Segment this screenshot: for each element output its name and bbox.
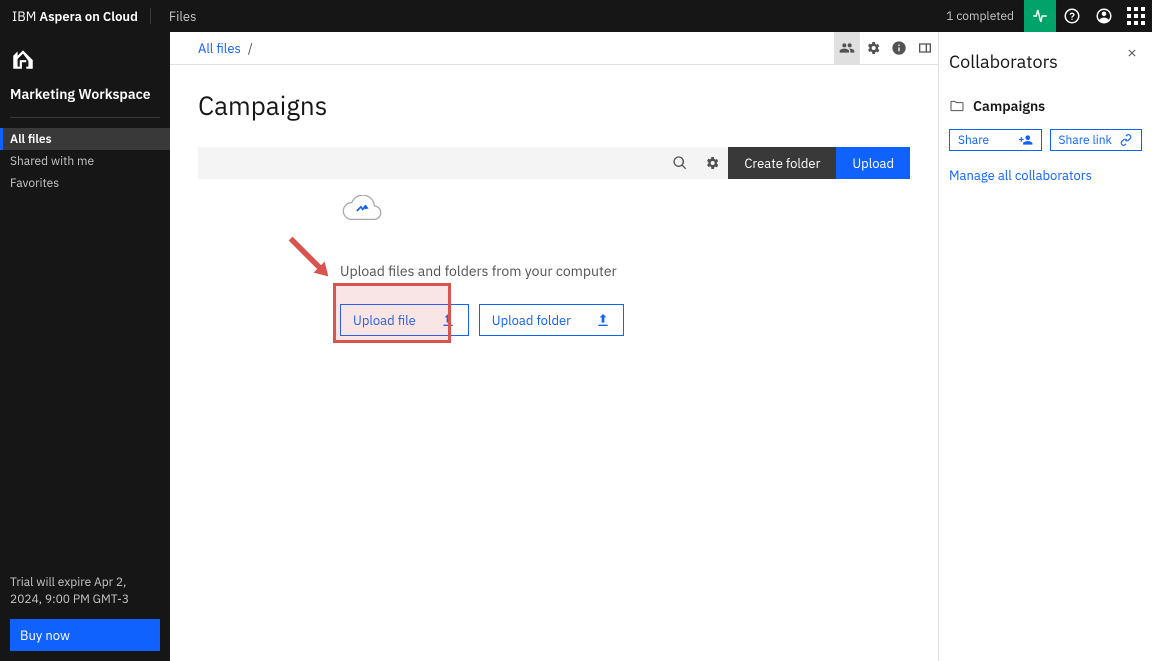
panel-folder-name: Campaigns xyxy=(973,97,1045,115)
help-icon[interactable] xyxy=(1056,0,1088,32)
create-folder-button[interactable]: Create folder xyxy=(728,147,836,179)
close-icon[interactable] xyxy=(1126,44,1142,60)
sidebar-item-all-files[interactable]: All files xyxy=(0,128,170,150)
user-icon[interactable] xyxy=(1088,0,1120,32)
upload-icon xyxy=(595,312,611,328)
settings-icon[interactable] xyxy=(860,32,886,65)
workspace-icon xyxy=(10,46,36,72)
breadcrumb: All files / xyxy=(170,40,257,57)
brand: IBM Aspera on Cloud xyxy=(0,8,150,25)
search-icon[interactable] xyxy=(664,147,696,179)
upload-button[interactable]: Upload xyxy=(836,147,910,179)
upload-folder-button[interactable]: Upload folder xyxy=(479,304,624,336)
page-title: Campaigns xyxy=(170,65,938,147)
add-user-icon xyxy=(1019,133,1033,147)
collaborators-toggle-icon[interactable] xyxy=(834,32,860,65)
share-link-button[interactable]: Share link xyxy=(1050,129,1143,151)
breadcrumb-root[interactable]: All files xyxy=(198,40,241,57)
trial-notice: Trial will expire Apr 2, 2024, 9:00 PM G… xyxy=(0,575,170,619)
sidebar-item-favorites[interactable]: Favorites xyxy=(0,172,170,194)
upload-icon xyxy=(440,312,456,328)
manage-collaborators-link[interactable]: Manage all collaborators xyxy=(949,167,1092,184)
share-button[interactable]: Share xyxy=(949,129,1042,151)
sidebar-item-shared[interactable]: Shared with me xyxy=(0,150,170,172)
link-icon xyxy=(1119,133,1133,147)
top-files-link[interactable]: Files xyxy=(157,8,209,25)
buy-now-button[interactable]: Buy now xyxy=(10,619,160,651)
panel-title: Collaborators xyxy=(949,50,1142,73)
upload-file-button[interactable]: Upload file xyxy=(340,304,469,336)
view-settings-icon[interactable] xyxy=(696,147,728,179)
panel-layout-icon[interactable] xyxy=(912,32,938,65)
cloud-upload-illustration xyxy=(340,195,382,227)
empty-state-text: Upload files and folders from your compu… xyxy=(340,262,938,280)
separator xyxy=(150,8,151,24)
activity-icon[interactable] xyxy=(1024,0,1056,32)
info-icon[interactable] xyxy=(886,32,912,65)
apps-icon[interactable] xyxy=(1120,0,1152,32)
workspace-name: Marketing Workspace xyxy=(10,85,160,103)
transfers-count: 1 completed xyxy=(946,9,1024,24)
annotation-arrow xyxy=(286,234,332,280)
folder-icon xyxy=(949,98,965,114)
